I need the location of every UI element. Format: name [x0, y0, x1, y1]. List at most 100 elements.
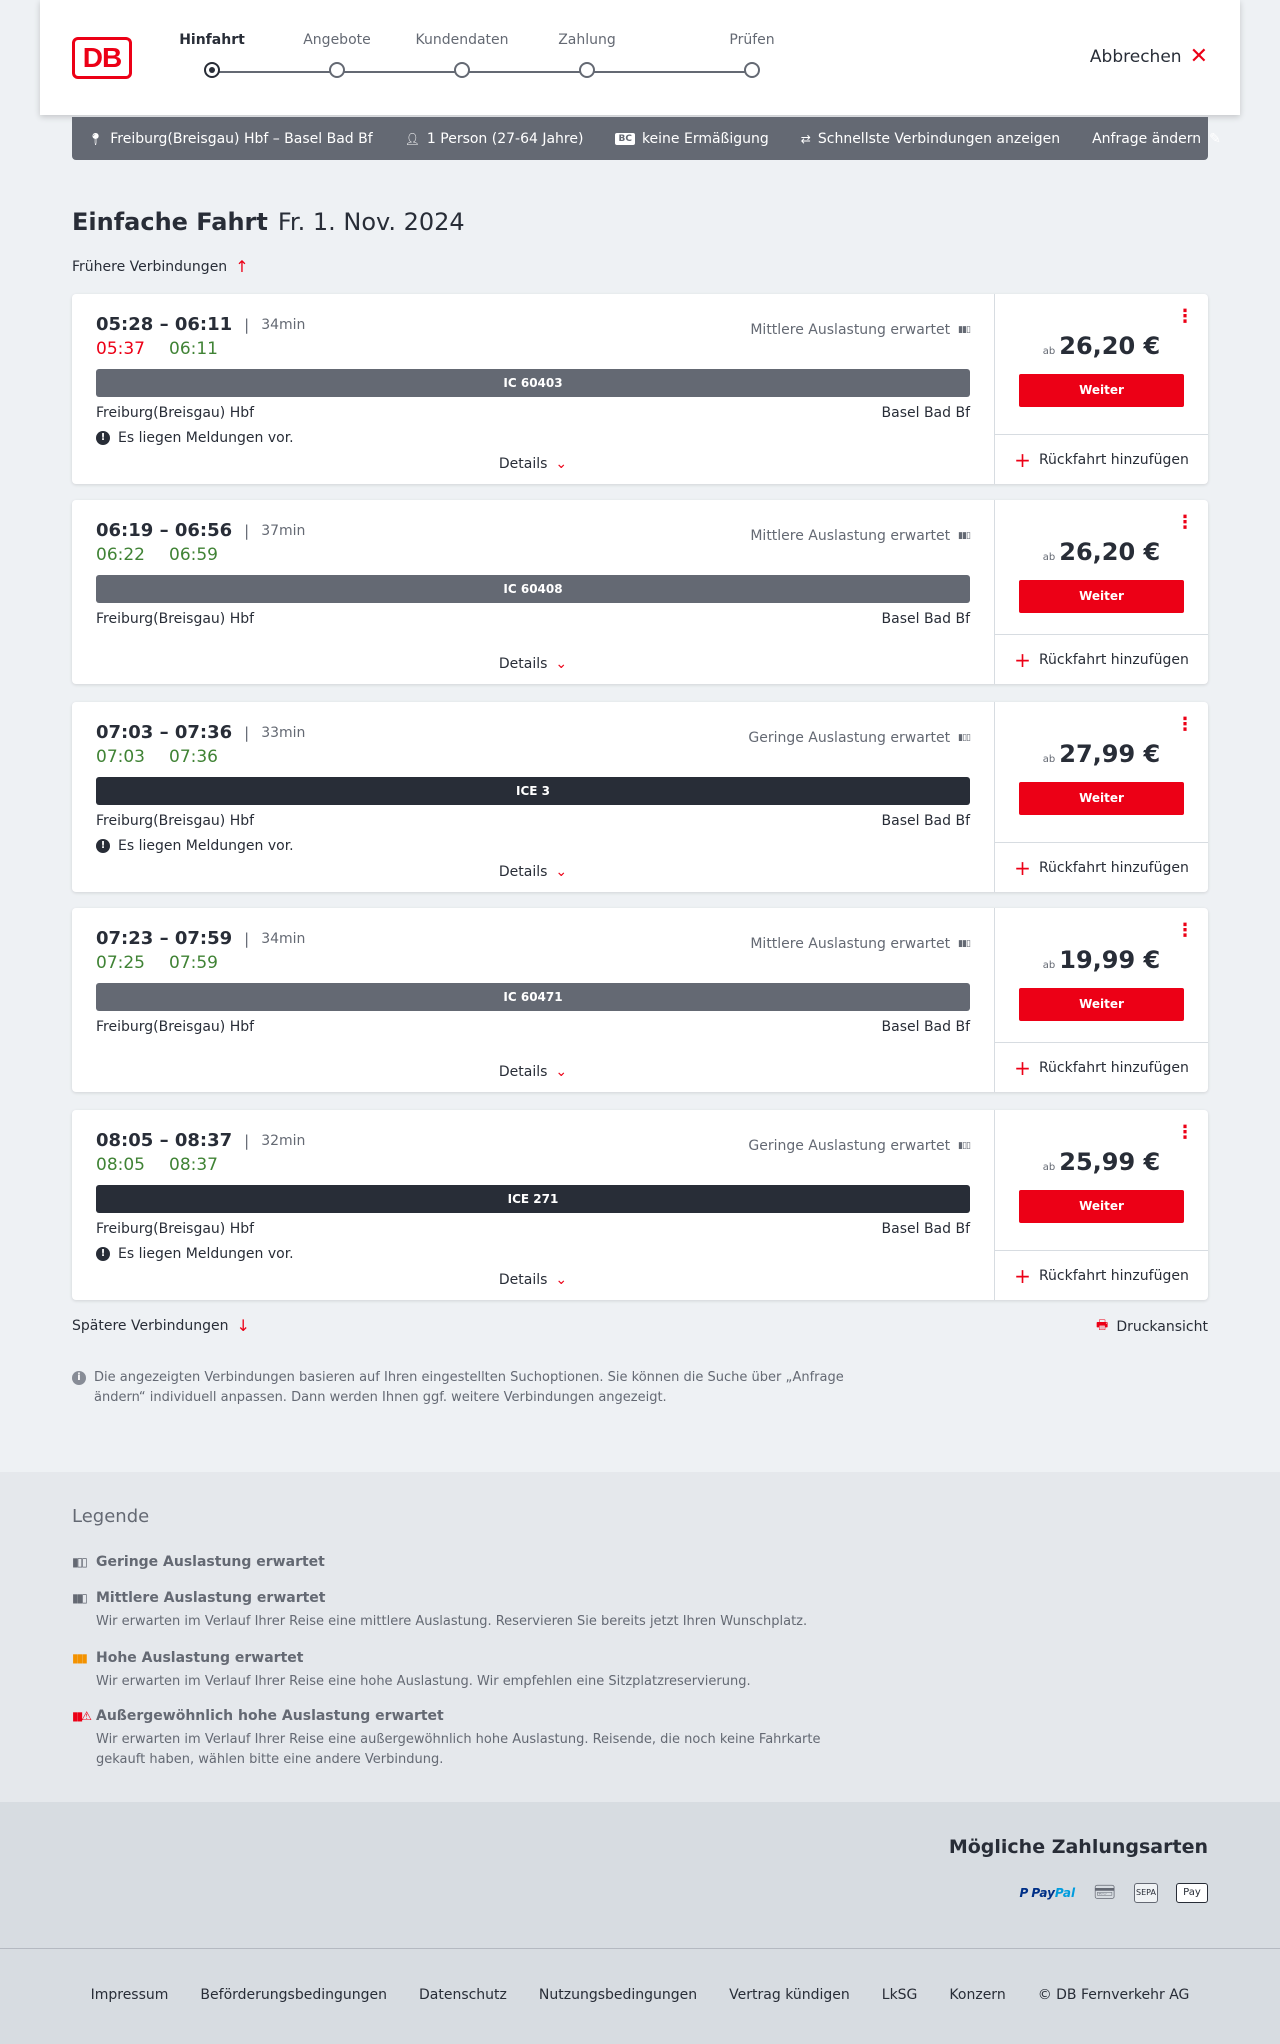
add-return-button[interactable]: + Rückfahrt hinzufügen [995, 634, 1208, 684]
train-bar[interactable]: ICE 3 [96, 777, 970, 805]
more-options-icon[interactable]: ⋮ [1176, 716, 1194, 734]
continue-button[interactable]: Weiter [1019, 782, 1184, 815]
legend-item-label: Mittlere Auslastung erwartet [96, 1590, 326, 1606]
footer-link[interactable]: Nutzungsbedingungen [539, 1987, 697, 2003]
progress-steps: Hinfahrt Angebote Kundendaten Zahlung Pr… [179, 32, 775, 92]
continue-button[interactable]: Weiter [1019, 1190, 1184, 1223]
realtime-departure: 07:03 [96, 747, 145, 767]
occupancy-indicator[interactable]: Geringe Auslastung erwartet ▮▯▯ [748, 1138, 971, 1154]
plus-icon: + [1014, 1263, 1031, 1288]
more-options-icon[interactable]: ⋮ [1176, 922, 1194, 940]
scheduled-times: 05:28 – 06:11 [96, 314, 233, 335]
occupancy-icon: ▮▯▯ [958, 1141, 971, 1151]
earlier-connections-link[interactable]: Frühere Verbindungen ↑ [72, 257, 249, 276]
arrival-station: Basel Bad Bf [881, 1019, 970, 1035]
alert-icon: ! [96, 839, 110, 853]
trip-type: Einfache Fahrt [72, 208, 268, 236]
info-note: i Die angezeigten Verbindungen basieren … [72, 1368, 852, 1408]
continue-button[interactable]: Weiter [1019, 988, 1184, 1021]
price-value: 25,99 € [1059, 1148, 1161, 1176]
price-area: ⋮ ab 25,99 € Weiter [995, 1110, 1208, 1250]
price-area: ⋮ ab 26,20 € Weiter [995, 500, 1208, 640]
info-text: Die angezeigten Verbindungen basieren au… [94, 1370, 844, 1405]
separator: | [244, 929, 250, 948]
payment-icons: P PayPal 💳︎ SEPA Pay [1020, 1882, 1208, 1903]
realtime-departure: 07:25 [96, 953, 145, 973]
price-panel: ⋮ ab 25,99 € Weiter + Rückfahrt hinzufüge… [994, 1110, 1208, 1300]
pencil-icon: ✎ [1209, 130, 1221, 147]
connection-details[interactable]: 05:28 – 06:11 | 34min Mittlere Auslastun… [72, 294, 994, 484]
later-connections-link[interactable]: Spätere Verbindungen ↓ [72, 1316, 250, 1335]
add-return-button[interactable]: + Rückfahrt hinzufügen [995, 1250, 1208, 1300]
duration: 37min [261, 522, 306, 539]
connection-card: 05:28 – 06:11 | 34min Mittlere Auslastun… [72, 294, 1208, 484]
details-toggle[interactable]: Details ⌄ [72, 656, 994, 672]
connection-card: 06:19 – 06:56 | 37min Mittlere Auslastun… [72, 500, 1208, 684]
print-view-link[interactable]: 🖶 Druckansicht [1096, 1316, 1208, 1338]
route-summary: 📍︎ Freiburg(Breisgau) Hbf – Basel Bad Bf [88, 131, 373, 147]
search-summary-bar: 📍︎ Freiburg(Breisgau) Hbf – Basel Bad Bf … [72, 117, 1221, 160]
cancel-button[interactable]: Abbrechen ✕ [1090, 46, 1208, 68]
more-options-icon[interactable]: ⋮ [1176, 308, 1194, 326]
legend-item: ▮▮▯ Mittlere Auslastung erwartet Wir erwar… [72, 1590, 872, 1632]
price-panel: ⋮ ab 27,99 € Weiter + Rückfahrt hinzufüge… [994, 702, 1208, 892]
scheduled-times: 07:23 – 07:59 [96, 928, 233, 949]
stations: Freiburg(Breisgau) Hbf Basel Bad Bf [96, 813, 970, 829]
db-logo[interactable]: DB [72, 37, 132, 79]
occupancy-indicator[interactable]: Mittlere Auslastung erwartet ▮▮▯ [750, 322, 971, 338]
footer-link[interactable]: Datenschutz [419, 1987, 507, 2003]
messages-text: Es liegen Meldungen vor. [118, 1246, 294, 1262]
occupancy-icon: ▮▮▯ [72, 1591, 88, 1605]
realtime-times: 06:22 06:59 [96, 545, 970, 565]
connection-details[interactable]: 08:05 – 08:37 | 32min Geringe Auslastung… [72, 1110, 994, 1300]
fastest-toggle[interactable]: ⇄ Schnellste Verbindungen anzeigen [801, 131, 1060, 147]
arrival-station: Basel Bad Bf [881, 1221, 970, 1237]
train-bar[interactable]: ICE 271 [96, 1185, 970, 1213]
step-pruefen: Prüfen [692, 32, 812, 78]
occupancy-indicator[interactable]: Mittlere Auslastung erwartet ▮▮▯ [750, 936, 971, 952]
occupancy-icon: ▮▮▯ [958, 325, 971, 335]
train-bar[interactable]: IC 60408 [96, 575, 970, 603]
scheduled-times: 08:05 – 08:37 [96, 1130, 233, 1151]
details-toggle[interactable]: Details ⌄ [72, 1272, 994, 1288]
footer-link[interactable]: Impressum [91, 1987, 169, 2003]
price-value: 27,99 € [1059, 740, 1161, 768]
details-label: Details [498, 1272, 548, 1288]
train-bar[interactable]: IC 60403 [96, 369, 970, 397]
discount-summary: BC keine Ermäßigung [615, 131, 769, 147]
connection-details[interactable]: 07:03 – 07:36 | 33min Geringe Auslastung… [72, 702, 994, 892]
edit-request-label: Anfrage ändern [1092, 130, 1202, 147]
occupancy-icon: ▮▯▯ [958, 733, 971, 743]
continue-button[interactable]: Weiter [1019, 580, 1184, 613]
train-bar[interactable]: IC 60471 [96, 983, 970, 1011]
legend-item-label: Außergewöhnlich hohe Auslastung erwartet [96, 1708, 444, 1724]
footer-link[interactable]: Konzern [949, 1987, 1005, 2003]
step-angebote: Angebote [277, 32, 397, 78]
more-options-icon[interactable]: ⋮ [1176, 514, 1194, 532]
departure-station: Freiburg(Breisgau) Hbf [96, 1019, 255, 1035]
occupancy-indicator[interactable]: Mittlere Auslastung erwartet ▮▮▯ [750, 528, 971, 544]
details-label: Details [498, 1064, 548, 1080]
connection-details[interactable]: 07:23 – 07:59 | 34min Mittlere Auslastun… [72, 908, 994, 1092]
occupancy-text: Mittlere Auslastung erwartet [750, 528, 951, 544]
more-options-icon[interactable]: ⋮ [1176, 1124, 1194, 1142]
footer-link[interactable]: LkSG [882, 1987, 918, 2003]
continue-button[interactable]: Weiter [1019, 374, 1184, 407]
footer-link[interactable]: Beförderungsbedingungen [200, 1987, 387, 2003]
occupancy-indicator[interactable]: Geringe Auslastung erwartet ▮▯▯ [748, 730, 971, 746]
footer-link[interactable]: Vertrag kündigen [729, 1987, 850, 2003]
departure-station: Freiburg(Breisgau) Hbf [96, 813, 255, 829]
details-toggle[interactable]: Details ⌄ [72, 456, 994, 472]
add-return-button[interactable]: + Rückfahrt hinzufügen [995, 434, 1208, 484]
add-return-button[interactable]: + Rückfahrt hinzufügen [995, 1042, 1208, 1092]
details-toggle[interactable]: Details ⌄ [72, 864, 994, 880]
departure-station: Freiburg(Breisgau) Hbf [96, 405, 255, 421]
add-return-label: Rückfahrt hinzufügen [1038, 1059, 1189, 1076]
bahncard-icon: BC [615, 132, 635, 145]
chevron-down-icon: ⌄ [555, 456, 568, 472]
step-hinfahrt: Hinfahrt [152, 32, 272, 78]
add-return-button[interactable]: + Rückfahrt hinzufügen [995, 842, 1208, 892]
details-toggle[interactable]: Details ⌄ [72, 1064, 994, 1080]
connection-details[interactable]: 06:19 – 06:56 | 37min Mittlere Auslastun… [72, 500, 994, 684]
edit-request-button[interactable]: Anfrage ändern ✎ [1092, 131, 1221, 147]
